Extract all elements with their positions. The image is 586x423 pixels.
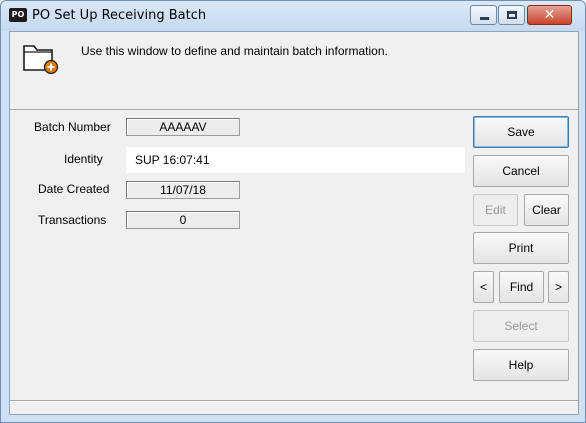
batch-number-field: AAAAAV (126, 118, 240, 136)
previous-record-button[interactable]: < (473, 271, 494, 303)
next-record-button[interactable]: > (548, 271, 569, 303)
minimize-icon (480, 17, 489, 20)
identity-label: Identity (64, 152, 103, 166)
window-title: PO Set Up Receiving Batch (32, 8, 207, 23)
minimize-button[interactable] (470, 5, 497, 25)
select-button[interactable]: Select (473, 310, 569, 342)
folder-add-icon (23, 45, 59, 74)
close-icon: ✕ (543, 7, 556, 23)
header-description: Use this window to define and maintain b… (81, 44, 388, 58)
find-button[interactable]: Find (499, 271, 544, 303)
header-panel: Use this window to define and maintain b… (10, 32, 578, 110)
identity-input[interactable] (126, 147, 465, 173)
close-button[interactable]: ✕ (527, 5, 572, 25)
save-button[interactable]: Save (473, 116, 569, 148)
transactions-field: 0 (126, 211, 240, 229)
app-badge-icon: PO (9, 8, 27, 22)
maximize-icon (507, 11, 517, 19)
clear-button[interactable]: Clear (524, 194, 569, 226)
app-window: PO PO Set Up Receiving Batch ✕ Use this … (0, 0, 586, 423)
date-created-field: 11/07/18 (126, 181, 240, 199)
maximize-button[interactable] (498, 5, 525, 25)
batch-number-label: Batch Number (34, 120, 111, 134)
print-button[interactable]: Print (473, 232, 569, 264)
title-bar[interactable]: PO PO Set Up Receiving Batch ✕ (1, 1, 585, 31)
client-area: Use this window to define and maintain b… (9, 31, 579, 415)
cancel-button[interactable]: Cancel (473, 155, 569, 187)
status-divider (10, 400, 578, 402)
help-button[interactable]: Help (473, 349, 569, 381)
transactions-label: Transactions (38, 213, 107, 227)
edit-button[interactable]: Edit (473, 194, 518, 226)
date-created-label: Date Created (38, 182, 110, 196)
